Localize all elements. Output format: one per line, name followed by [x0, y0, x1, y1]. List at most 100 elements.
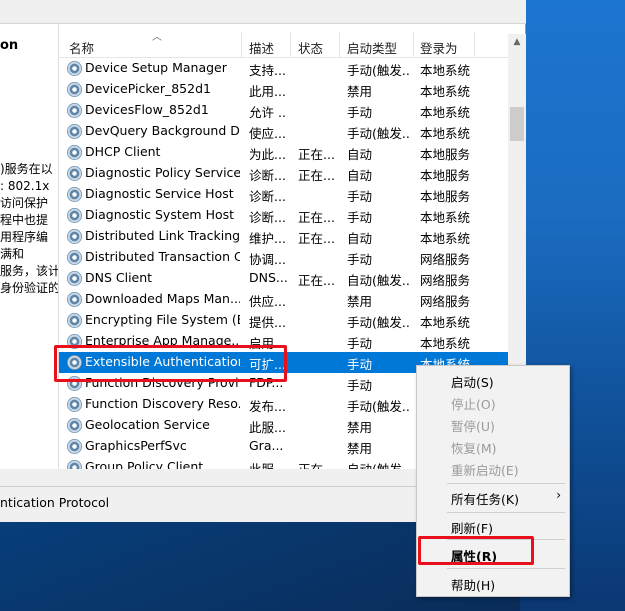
service-startup-type: 手动 [347, 252, 373, 267]
table-row[interactable]: Diagnostic Policy Service 诊断... 正在... 自动 本地服… [59, 163, 508, 184]
service-description-cell: 支持... [249, 63, 286, 78]
service-gear-icon [67, 187, 82, 202]
column-divider[interactable] [339, 32, 340, 58]
service-description: )服务在以: 802.1x 访问保护 程中也提 用程序编 满和 服务，该计 身份验证的 [0, 161, 58, 297]
table-row[interactable]: Distributed Transaction C... 协调... 手动 网络服务 [59, 247, 508, 268]
menu-item-stop[interactable]: 停止(O) [417, 391, 571, 413]
service-startup-type: 自动(触发... [347, 459, 411, 469]
table-row[interactable]: DevicePicker_852d1 此用... 禁用 本地系统 [59, 79, 508, 100]
service-description-cell: 此服... [249, 459, 287, 469]
column-header-description[interactable]: 描述 [249, 38, 274, 57]
service-name: DevicePicker_852d1 [85, 81, 211, 96]
service-startup-type: 手动(触发... [347, 315, 411, 330]
service-name: Function Discovery Reso... [85, 396, 240, 411]
service-gear-icon [67, 208, 82, 223]
service-description-cell: 使应... [249, 126, 286, 141]
service-gear-icon [67, 397, 82, 412]
description-line: 服务，该计 [0, 264, 58, 278]
column-header-startup-type[interactable]: 启动类型 [347, 38, 397, 57]
service-name: DevQuery Background D... [85, 123, 240, 138]
service-gear-icon [67, 82, 82, 97]
service-gear-icon [67, 61, 82, 76]
service-logon-as: 本地系统 [420, 63, 471, 78]
service-startup-type: 自动(触发... [347, 273, 411, 288]
service-description-cell: 此服... [249, 420, 286, 435]
table-row[interactable]: Device Setup Manager 支持... 手动(触发... 本地系统 [59, 58, 508, 79]
service-description-cell: 发布... [249, 399, 286, 414]
scrollbar-thumb[interactable] [510, 107, 524, 141]
selected-row-highlight-box [54, 345, 287, 382]
table-row[interactable]: DNS Client DNS... 正在... 自动(触发... 网络服务 [59, 268, 508, 289]
service-gear-icon [67, 229, 82, 244]
service-name: DevicesFlow_852d1 [85, 102, 209, 117]
service-startup-type: 自动 [347, 168, 373, 183]
menu-item-all-tasks[interactable]: 所有任务(K) › [417, 486, 571, 508]
service-gear-icon [67, 103, 82, 118]
service-gear-icon [67, 145, 82, 160]
service-startup-type: 禁用 [347, 420, 373, 435]
table-row[interactable]: Diagnostic System Host 诊断... 正在... 手动 本地系统 [59, 205, 508, 226]
table-row[interactable]: DHCP Client 为此... 正在... 自动 本地服务 [59, 142, 508, 163]
service-description-cell: Gra... [249, 438, 284, 453]
properties-highlight-box [418, 536, 534, 565]
service-startup-type: 手动 [347, 105, 373, 120]
menu-separator [447, 512, 565, 513]
service-description-cell: 提供... [249, 315, 286, 330]
table-row[interactable]: Encrypting File System (E... 提供... 手动(触发..… [59, 310, 508, 331]
service-startup-type: 禁用 [347, 84, 373, 99]
table-row[interactable]: DevQuery Background D... 使应... 手动(触发... 本地系… [59, 121, 508, 142]
column-divider[interactable] [474, 32, 475, 58]
service-startup-type: 手动 [347, 210, 373, 225]
description-line: 身份验证的 [0, 281, 58, 295]
menu-item-restart[interactable]: 重新启动(E) [417, 457, 571, 479]
service-startup-type: 手动(触发... [347, 63, 411, 78]
service-description-cell: 诊断... [249, 189, 286, 204]
scroll-up-arrow-icon[interactable]: ▲ [508, 34, 526, 51]
service-description-cell: 此用... [249, 84, 286, 99]
description-line: 程中也提 [0, 213, 49, 227]
service-startup-type: 手动 [347, 336, 373, 351]
service-gear-icon [67, 418, 82, 433]
service-gear-icon [67, 271, 82, 286]
service-name: Distributed Link Tracking... [85, 228, 240, 243]
table-row[interactable]: Diagnostic Service Host 诊断... 手动 本地服务 [59, 184, 508, 205]
table-row[interactable]: Distributed Link Tracking... 维护... 正在... 自动… [59, 226, 508, 247]
menu-item-start[interactable]: 启动(S) [417, 369, 571, 391]
table-row[interactable]: Downloaded Maps Man... 供应... 禁用 网络服务 [59, 289, 508, 310]
service-startup-type: 手动 [347, 378, 373, 393]
service-startup-type: 手动 [347, 189, 373, 204]
service-startup-type: 手动(触发... [347, 126, 411, 141]
column-divider[interactable] [290, 32, 291, 58]
service-startup-type: 自动 [347, 231, 373, 246]
service-logon-as: 网络服务 [420, 294, 471, 309]
service-logon-as: 本地系统 [420, 84, 471, 99]
service-name: Diagnostic Policy Service [85, 165, 240, 180]
service-name: Diagnostic System Host [85, 207, 235, 222]
service-description-cell: 诊断... [249, 168, 286, 183]
column-header-status[interactable]: 状态 [298, 38, 323, 57]
menu-item-refresh[interactable]: 刷新(F) [417, 515, 571, 537]
column-divider[interactable] [413, 32, 414, 58]
service-logon-as: 网络服务 [420, 252, 471, 267]
description-line: 满和 [0, 247, 25, 261]
menu-item-pause[interactable]: 暂停(U) [417, 413, 571, 435]
menu-item-help[interactable]: 帮助(H) [417, 572, 571, 594]
service-name: Group Policy Client [85, 459, 204, 469]
table-row[interactable]: DevicesFlow_852d1 允许 ... 手动 本地系统 [59, 100, 508, 121]
service-logon-as: 网络服务 [420, 273, 471, 288]
service-description-cell: 维护... [249, 231, 286, 246]
service-status: 正在... [298, 459, 336, 469]
service-description-cell: 诊断... [249, 210, 286, 225]
service-status: 正在... [298, 147, 335, 162]
column-header-logon-as[interactable]: 登录为 [420, 38, 458, 57]
service-name: Diagnostic Service Host [85, 186, 234, 201]
menu-item-resume[interactable]: 恢复(M) [417, 435, 571, 457]
service-name: GraphicsPerfSvc [85, 438, 187, 453]
column-divider[interactable] [241, 32, 242, 58]
service-logon-as: 本地系统 [420, 210, 471, 225]
service-status: 正在... [298, 210, 335, 225]
column-header-name[interactable]: 名称 [69, 38, 94, 57]
service-description-pane: on )服务在以: 802.1x 访问保护 程中也提 用程序编 满和 服务，该计 身份验证的 [0, 24, 58, 486]
service-description-cell: DNS... [249, 270, 287, 285]
service-gear-icon [67, 124, 82, 139]
